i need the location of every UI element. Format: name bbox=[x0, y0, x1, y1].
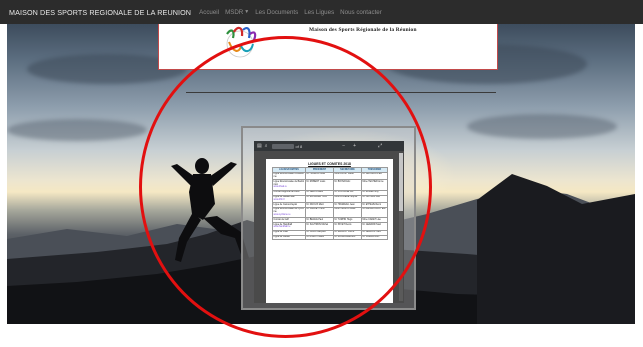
table-row: Ligue Réunionnaise de Badminton www.lrbad… bbox=[272, 179, 388, 191]
table-row: Ligue de Karaté M. ASSATI Gilles M. BOURDA… bbox=[272, 234, 388, 241]
site-brand[interactable]: MAISON DES SPORTS REGIONALE DE LA REUNIO… bbox=[9, 8, 191, 17]
table-cell: M. ABLANCOURT Eric bbox=[361, 206, 388, 219]
table-row: Ligue de Handball www.handball.re M. SAUTR… bbox=[272, 222, 388, 231]
table-cell: M. PAYET Denis bbox=[333, 222, 362, 231]
sidebar-icon[interactable]: ▤ bbox=[257, 143, 262, 149]
msdr-logo-icon bbox=[226, 26, 257, 58]
ligue-name-cell: Ligue de Basket-Ball www.lrbb.fr bbox=[272, 194, 306, 204]
ligue-name-cell: Ligue Réunionnaise de Badminton www.lrbad… bbox=[272, 179, 306, 191]
pdf-viewer[interactable]: ▤ ⌕ of 8 − + ⤢ LIGUES ET COMITES 2018 LI… bbox=[254, 141, 404, 303]
table-cell: Mme TECHER Anne bbox=[361, 179, 388, 191]
ligue-name: Comité de Golf bbox=[273, 218, 289, 221]
search-icon[interactable]: ⌕ bbox=[265, 143, 268, 149]
ligue-website-link[interactable]: www.lrbad.re bbox=[274, 186, 305, 189]
site-header-banner: Maison des Sports Régionale de la Réunio… bbox=[158, 24, 498, 70]
ligue-name-cell: Ligue de Handball www.handball.re bbox=[272, 222, 306, 231]
pdf-page: LIGUES ET COMITES 2018 LIGUES/COMITES PR… bbox=[266, 159, 393, 303]
nav-item-contact[interactable]: Nous contacter bbox=[340, 9, 382, 16]
table-cell: M. GRONDIN Paul bbox=[361, 171, 388, 181]
table-row: Ligue de Basket-Ball www.lrbb.fr M. MUSSAR… bbox=[272, 194, 388, 204]
ligue-name: Ligue de Karaté bbox=[273, 236, 290, 239]
expand-icon[interactable]: ⤢ bbox=[378, 143, 382, 149]
top-navbar: MAISON DES SPORTS REGIONALE DE LA REUNIO… bbox=[0, 0, 643, 24]
org-title: Maison des Sports Régionale de la Réunio… bbox=[309, 27, 417, 33]
chevron-down-icon: ▼ bbox=[244, 9, 250, 15]
table-body: Ligue Réunionnaise d'Athlétisme M. HOARAU… bbox=[272, 171, 388, 241]
pdf-viewer-frame: ▤ ⌕ of 8 − + ⤢ LIGUES ET COMITES 2018 LI… bbox=[241, 126, 416, 310]
pdf-toolbar: ▤ ⌕ of 8 − + ⤢ bbox=[254, 141, 404, 151]
ligue-name-cell: Ligue de Karaté bbox=[272, 234, 306, 241]
table-cell: M. ASSATI Gilles bbox=[305, 234, 334, 241]
table-cell: M. MUSSARD Yves bbox=[305, 194, 334, 204]
table-cell: M. ROBERT Louis bbox=[305, 179, 334, 191]
ligues-table: LIGUES/COMITES PRESIDENT SECRETAIRE TRES… bbox=[272, 167, 388, 241]
ligue-name: Comité Régional de Boxe bbox=[273, 191, 300, 194]
ligue-website-link[interactable]: www.handball.re bbox=[274, 226, 305, 229]
table-cell: Mme RIVIERE Sophie bbox=[333, 194, 362, 204]
scrollbar-thumb[interactable] bbox=[399, 153, 403, 211]
ligue-name-cell: Ligue Réunionnaise d'Athlétisme bbox=[272, 171, 306, 181]
ligue-name: Ligue de Judo bbox=[273, 231, 288, 234]
table-cell: M. BOYER Eric bbox=[333, 179, 362, 191]
table-cell: M. LAURET Henri bbox=[305, 206, 334, 219]
nav-item-accueil[interactable]: Accueil bbox=[199, 9, 219, 16]
table-cell: M. HOARAU Jean bbox=[305, 171, 334, 181]
nav-item-ligues[interactable]: Les Ligues bbox=[304, 9, 334, 16]
table-row: Ligue Réunionnaise de Cyclisme www.cyclis… bbox=[272, 206, 388, 219]
pdf-scrollbar[interactable] bbox=[399, 153, 403, 301]
table-cell: M. GERARD Noël bbox=[361, 222, 388, 231]
ligue-name-cell: Ligue Réunionnaise de Cyclisme www.cyclis… bbox=[272, 206, 306, 219]
ligue-name: Ligue de Canoë-Kayak bbox=[273, 203, 297, 206]
table-cell: Mme PAYET Marie bbox=[333, 171, 362, 181]
table-cell: Mme VIRAPIN Rose bbox=[333, 206, 362, 219]
ligue-website-link[interactable]: www.cyclisme.re bbox=[274, 214, 305, 217]
table-cell: M. SINAMA Loïc bbox=[361, 234, 388, 241]
table-cell: M. SAUTRON Michel bbox=[305, 222, 334, 231]
page-count: of 8 bbox=[295, 143, 303, 149]
page-number-input[interactable] bbox=[271, 143, 294, 149]
zoom-in-button[interactable]: + bbox=[353, 143, 356, 149]
ligue-website-link[interactable]: www.lrbb.fr bbox=[274, 199, 305, 202]
header-divider bbox=[186, 92, 496, 93]
table-cell: M. NATIVEL Joël bbox=[361, 194, 388, 204]
ligue-name: Ligue Réunionnaise d'Athlétisme bbox=[273, 173, 304, 179]
document-title: LIGUES ET COMITES 2018 bbox=[308, 162, 351, 166]
table-cell: M. BOURDAGE Eric bbox=[333, 234, 362, 241]
nav-item-msdr[interactable]: MSDR ▼ bbox=[225, 9, 249, 16]
zoom-out-button[interactable]: − bbox=[342, 143, 345, 149]
nav-item-documents[interactable]: Les Documents bbox=[255, 9, 298, 16]
table-row: Ligue Réunionnaise d'Athlétisme M. HOARAU… bbox=[272, 171, 388, 181]
